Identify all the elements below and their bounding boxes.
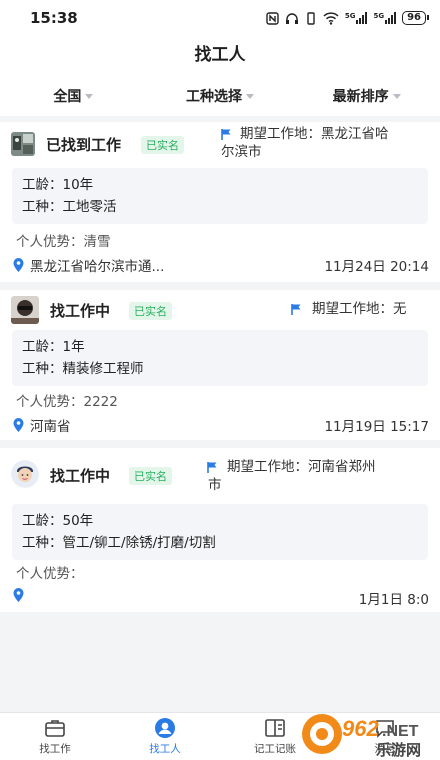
job-status: 找工作中: [50, 467, 111, 485]
post-date: 1月1日 8:0: [358, 592, 429, 608]
trade: 工种：管工/铆工/除锈/打磨/切割: [22, 535, 216, 551]
location: [13, 588, 30, 602]
verified-badge: 已实名: [129, 467, 172, 485]
expected-location: 期望工作地：黑龙江省哈 尔滨市: [221, 126, 389, 160]
location-pin-icon: [13, 258, 24, 272]
wifi-icon: [323, 11, 339, 25]
flag-icon: [207, 462, 217, 473]
experience: 工龄：50年: [22, 513, 94, 529]
work-info: 工龄：1年 工种：精装修工程师: [12, 330, 428, 386]
worker-icon: [155, 718, 175, 738]
tab-find-job[interactable]: 找工作: [0, 713, 110, 760]
tab-find-worker[interactable]: 找工人: [110, 713, 220, 760]
briefcase-icon: [45, 720, 65, 737]
svg-text:962: 962: [342, 716, 379, 741]
signal-2-icon: 5G: [373, 12, 397, 24]
location-pin-icon: [13, 588, 24, 602]
headphones-icon: [285, 12, 298, 24]
worker-card[interactable]: 已找到工作 已实名 期望工作地：黑龙江省哈 尔滨市 工龄：10年 工种：工地零活…: [0, 122, 440, 282]
page-title: 找工人: [0, 36, 440, 76]
trade: 工种：精装修工程师: [22, 361, 144, 377]
vibrate-icon: [307, 11, 315, 25]
post-date: 11月24日 20:14: [324, 259, 429, 275]
job-status: 找工作中: [50, 302, 111, 320]
advantage: 个人优势：清雪: [16, 234, 111, 250]
work-info: 工龄：10年 工种：工地零活: [12, 168, 428, 224]
svg-text:.NET: .NET: [382, 723, 419, 740]
job-status: 已找到工作: [46, 136, 122, 154]
worker-card[interactable]: 找工作中 已实名 期望工作地：无 工龄：1年 工种：精装修工程师 个人优势：22…: [0, 290, 440, 440]
verified-badge: 已实名: [141, 136, 184, 154]
experience: 工龄：10年: [22, 177, 94, 193]
worker-card[interactable]: 找工作中 已实名 期望工作地：河南省郑州 市 工龄：50年 工种：管工/铆工/除…: [0, 448, 440, 612]
flag-icon: [291, 304, 301, 315]
battery-indicator: 96: [402, 11, 429, 25]
signal-1-icon: 5G: [345, 12, 368, 24]
caret-down-icon: [392, 93, 401, 99]
trade: 工种：工地零活: [22, 199, 117, 215]
caret-down-icon: [85, 93, 94, 99]
filter-sort[interactable]: 最新排序: [293, 76, 440, 116]
filter-trade[interactable]: 工种选择: [147, 76, 294, 116]
expected-location: 期望工作地：无: [312, 301, 407, 317]
ledger-icon: [265, 719, 285, 737]
avatar: [11, 132, 35, 156]
location: 黑龙江省哈尔滨市通...: [13, 255, 164, 275]
status-bar: 15:38 5G 5G 96: [0, 0, 440, 36]
watermark-logo: 962 .NET 乐游网: [300, 712, 436, 759]
flag-icon: [221, 129, 231, 140]
post-date: 11月19日 15:17: [324, 419, 429, 435]
status-icons: 5G 5G 96: [266, 11, 429, 25]
location-pin-icon: [13, 418, 24, 432]
clock: 15:38: [30, 9, 78, 27]
avatar: [11, 460, 39, 488]
work-info: 工龄：50年 工种：管工/铆工/除锈/打磨/切割: [12, 504, 428, 560]
experience: 工龄：1年: [22, 339, 85, 355]
location: 河南省: [13, 415, 71, 435]
expected-location: 期望工作地：河南省郑州 市: [208, 459, 376, 493]
filter-region[interactable]: 全国: [0, 76, 147, 116]
verified-badge: 已实名: [129, 302, 172, 320]
filter-bar: 全国 工种选择 最新排序: [0, 76, 440, 116]
nfc-icon: [266, 11, 279, 25]
advantage: 个人优势：: [16, 566, 84, 582]
caret-down-icon: [246, 93, 254, 99]
avatar: [11, 296, 39, 324]
svg-text:乐游网: 乐游网: [376, 741, 421, 758]
advantage: 个人优势：2222: [16, 394, 118, 410]
